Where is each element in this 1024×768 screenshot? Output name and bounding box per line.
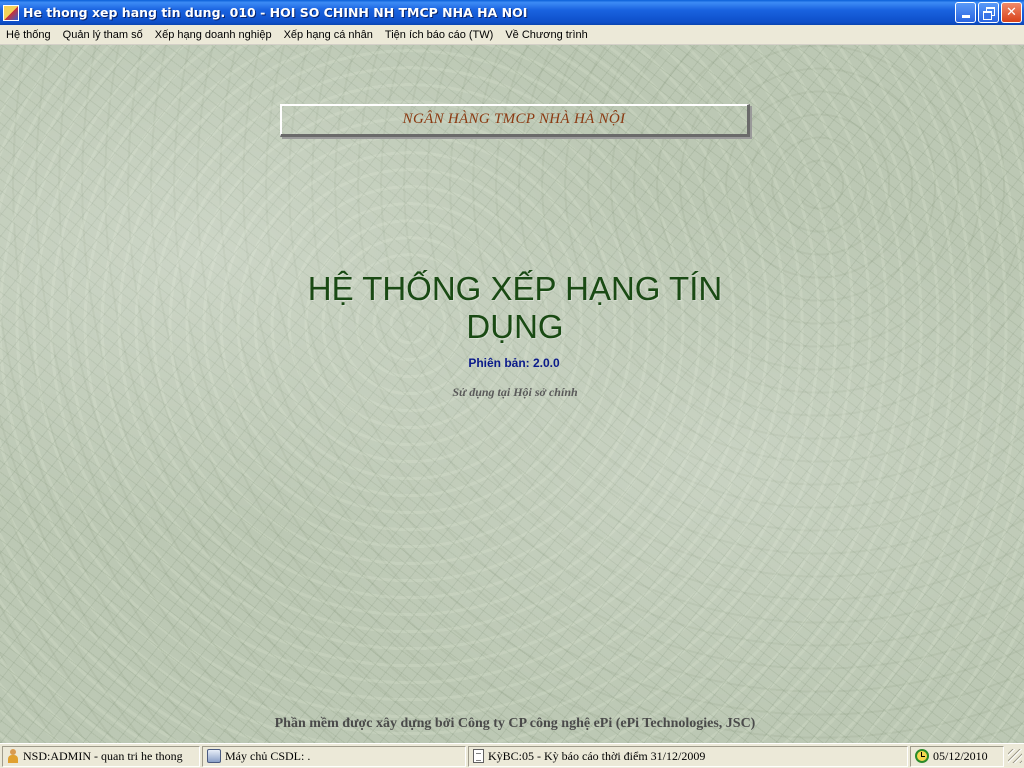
window-title: He thong xep hang tin dung. 010 - HOI SO…	[23, 5, 528, 20]
bank-name: NGÂN HÀNG TMCP NHÀ HÀ NỘI	[402, 111, 626, 127]
status-bar: NSD:ADMIN - quan tri he thong Máy chủ CS…	[0, 743, 1024, 768]
status-date-panel: 05/12/2010	[910, 745, 1004, 767]
status-user-panel: NSD:ADMIN - quan tri he thong	[2, 745, 200, 767]
status-db-panel: Máy chủ CSDL: .	[202, 745, 466, 767]
clock-icon	[915, 749, 929, 763]
usage-label: Sử dụng tại Hội sở chính	[452, 385, 578, 399]
status-report-panel: KỳBC:05 - Kỳ báo cáo thời điểm 31/12/200…	[468, 745, 908, 767]
menu-he-thong[interactable]: Hệ thống	[0, 26, 57, 44]
title-bar[interactable]: He thong xep hang tin dung. 010 - HOI SO…	[0, 0, 1024, 25]
version-label: Phiên bản: 2.0.0	[468, 356, 560, 370]
menu-bar: Hệ thống Quản lý tham số Xếp hạng doanh …	[0, 25, 1024, 45]
window-controls: ✕	[955, 2, 1022, 23]
restore-button[interactable]	[978, 2, 999, 23]
minimize-icon	[961, 15, 970, 18]
bank-name-box: NGÂN HÀNG TMCP NHÀ HÀ NỘI	[280, 104, 750, 137]
status-user: NSD:ADMIN - quan tri he thong	[23, 748, 183, 763]
user-icon	[7, 748, 19, 764]
main-area: NGÂN HÀNG TMCP NHÀ HÀ NỘI HỆ THỐNG XẾP H…	[0, 45, 1024, 743]
close-button[interactable]: ✕	[1001, 2, 1022, 23]
document-icon	[473, 749, 484, 763]
credit-label: Phần mềm được xây dựng bởi Công ty CP cô…	[274, 716, 756, 731]
menu-xep-hang-doanh-nghiep[interactable]: Xếp hạng doanh nghiệp	[149, 26, 278, 44]
status-date: 05/12/2010	[933, 748, 988, 763]
menu-tien-ich-bao-cao[interactable]: Tiện ích báo cáo (TW)	[379, 26, 499, 44]
menu-quan-ly-tham-so[interactable]: Quản lý tham số	[57, 26, 149, 44]
status-db: Máy chủ CSDL: .	[225, 748, 311, 763]
app-title: HỆ THỐNG XẾP HẠNG TÍN DỤNG	[307, 270, 723, 345]
app-icon[interactable]	[3, 4, 19, 21]
menu-xep-hang-ca-nhan[interactable]: Xếp hạng cá nhân	[278, 26, 379, 44]
minimize-button[interactable]	[955, 2, 976, 23]
resize-grip[interactable]	[1008, 749, 1022, 763]
status-report: KỳBC:05 - Kỳ báo cáo thời điểm 31/12/200…	[488, 748, 706, 763]
menu-ve-chuong-trinh[interactable]: Về Chương trình	[499, 26, 593, 44]
restore-icon	[983, 7, 995, 20]
database-icon	[207, 749, 221, 763]
